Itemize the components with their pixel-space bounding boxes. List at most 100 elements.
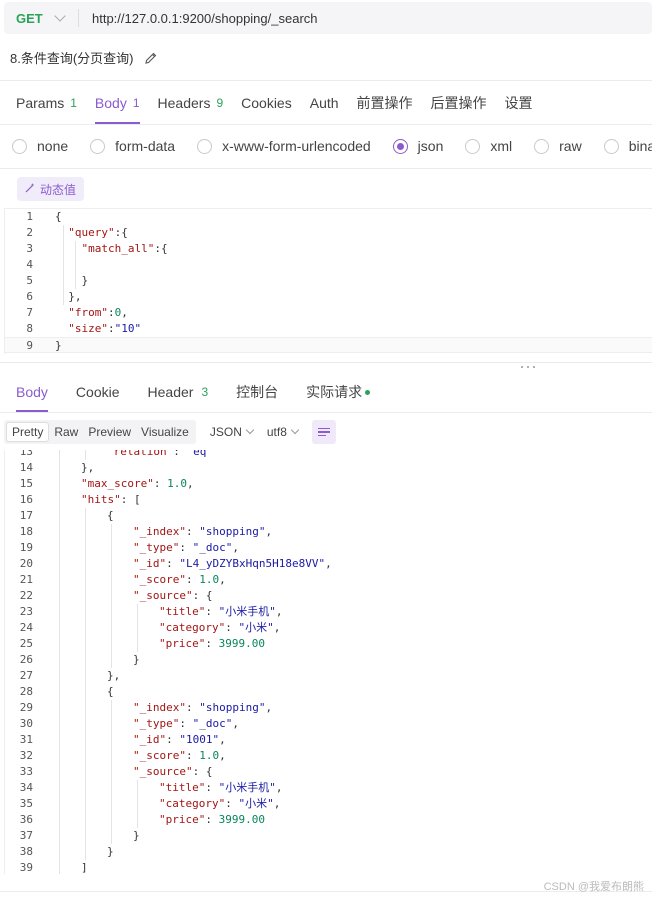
encoding-select[interactable]: utf8 [267, 425, 300, 439]
radio-xml[interactable]: xml [465, 138, 512, 154]
tab-cookies[interactable]: Cookies [241, 82, 292, 124]
radio-circle[interactable] [197, 138, 213, 154]
code-text: "from":0, [68, 306, 128, 319]
code-text: "relation": "eq" [107, 450, 213, 458]
tab-params[interactable]: Params 1 [16, 82, 77, 124]
code-text: "_index": "shopping", [133, 525, 273, 538]
code-line: 5 } [5, 273, 652, 289]
edit-icon[interactable] [144, 51, 158, 65]
line-number: 23 [19, 605, 33, 618]
tab-headers[interactable]: Headers 9 [158, 82, 224, 124]
radio-circle[interactable] [90, 138, 106, 154]
radio-label: raw [559, 138, 582, 154]
view-mode-segmented: Pretty Raw Preview Visualize [4, 420, 196, 444]
view-mode-pretty[interactable]: Pretty [6, 422, 50, 442]
radio-none[interactable]: none [12, 138, 68, 154]
tab-后置操作[interactable]: 后置操作 [431, 82, 487, 124]
status-dot [365, 389, 371, 395]
response-line: 33 "_source": { [5, 764, 652, 780]
dynamic-value-button[interactable]: 动态值 [17, 177, 85, 201]
code-text: { [107, 685, 114, 698]
code-text: "max_score": 1.0, [81, 477, 194, 490]
line-number: 3 [26, 242, 33, 255]
radio-binary[interactable]: binary [603, 138, 652, 154]
response-line: 39] [5, 860, 652, 874]
code-text: } [133, 653, 140, 666]
tab-label: 后置操作 [430, 95, 487, 111]
radio-form-data[interactable]: form-data [90, 138, 175, 154]
radio-label: form-data [115, 138, 176, 154]
response-line: 19 "_type": "_doc", [5, 540, 652, 556]
tab-label: 设置 [504, 95, 533, 111]
response-tab-4[interactable]: 控制台 [236, 372, 278, 412]
radio-circle[interactable] [392, 138, 408, 154]
radio-circle[interactable] [12, 138, 27, 154]
response-line: 35 "category": "小米", [5, 796, 652, 812]
tab-label: Headers [157, 95, 211, 111]
response-line: 31 "_id": "1001", [5, 732, 652, 748]
indent-guide [137, 604, 138, 652]
radio-label: json [417, 138, 444, 154]
radio-label: none [37, 138, 69, 154]
indent-guide [63, 225, 64, 305]
radio-x-www-form-urlencoded[interactable]: x-www-form-urlencoded [197, 138, 371, 154]
radio-circle[interactable] [603, 138, 619, 154]
chevron-down-icon[interactable] [54, 9, 66, 22]
tab-body[interactable]: Body 1 [94, 82, 140, 124]
response-line: 20 "_id": "L4_yDZYBxHqn5H18e8VV", [5, 556, 652, 572]
line-number: 13 [19, 450, 33, 458]
method-select[interactable]: GET [16, 11, 46, 26]
divider [78, 9, 79, 27]
view-mode-visualize[interactable]: Visualize [136, 422, 194, 442]
tab-label: Body [94, 95, 127, 111]
tab-label: Header [147, 384, 194, 400]
line-number: 32 [19, 749, 33, 762]
line-number: 14 [19, 461, 33, 474]
divider [0, 80, 652, 81]
code-text: "price": 3999.00 [159, 637, 265, 650]
code-text: "_type": "_doc", [133, 717, 239, 730]
panel-resize-handle[interactable] [521, 366, 535, 370]
tab-设置[interactable]: 设置 [505, 82, 533, 124]
response-tab-1[interactable]: Body [16, 372, 48, 412]
radio-circle[interactable] [465, 138, 481, 154]
response-line: 17 { [5, 508, 652, 524]
response-tab-2[interactable]: Cookie [76, 372, 120, 412]
tab-auth[interactable]: Auth [310, 82, 339, 124]
format-select[interactable]: JSON [210, 425, 255, 439]
request-body-editor[interactable]: 1{2 "query":{3 "match_all":{4 5 } 6 }, 7 "f… [4, 208, 652, 354]
code-line: 2 "query":{ [5, 225, 652, 241]
indent-guide [59, 450, 60, 874]
indent-guide [111, 700, 112, 844]
word-wrap-icon[interactable] [311, 420, 336, 444]
response-line: 29 "_index": "shopping", [5, 700, 652, 716]
tab-前置操作[interactable]: 前置操作 [357, 82, 413, 124]
code-text: "_id": "L4_yDZYBxHqn5H18e8VV", [133, 557, 332, 570]
code-text: }, [55, 290, 82, 303]
code-text: }, [107, 669, 121, 682]
response-line: 26} [5, 652, 652, 668]
dynamic-value-label: 动态值 [40, 182, 77, 197]
view-mode-preview[interactable]: Preview [83, 422, 136, 442]
tab-count-badge: 1 [70, 96, 77, 110]
tab-label: Auth [309, 95, 339, 111]
indent-guide [85, 508, 86, 860]
response-body-viewer[interactable]: 13 "relation": "eq" 14}, 15 "max_score": 1.0… [4, 450, 652, 874]
view-mode-raw[interactable]: Raw [49, 422, 83, 442]
body-type-radio-group: none form-data x-www-form-urlencoded json xm… [12, 136, 652, 156]
tab-label: 前置操作 [356, 95, 413, 111]
code-text: } [55, 274, 89, 287]
request-name-row: 8.条件查询(分页查询) [10, 48, 158, 67]
response-toolbar: Pretty Raw Preview Visualize JSON utf8 [4, 420, 336, 444]
response-tab-3[interactable]: Header 3 [148, 372, 209, 412]
code-text: ] [81, 861, 88, 874]
response-line: 32 "_score": 1.0, [5, 748, 652, 764]
radio-json[interactable]: json [392, 138, 444, 154]
url-input[interactable]: http://127.0.0.1:9200/shopping/_search [92, 11, 318, 26]
radio-circle[interactable] [534, 138, 550, 154]
divider [0, 362, 652, 363]
line-number: 34 [19, 781, 33, 794]
response-tab-5[interactable]: 实际请求 [306, 372, 371, 412]
code-text: } [107, 845, 114, 858]
radio-raw[interactable]: raw [534, 138, 582, 154]
